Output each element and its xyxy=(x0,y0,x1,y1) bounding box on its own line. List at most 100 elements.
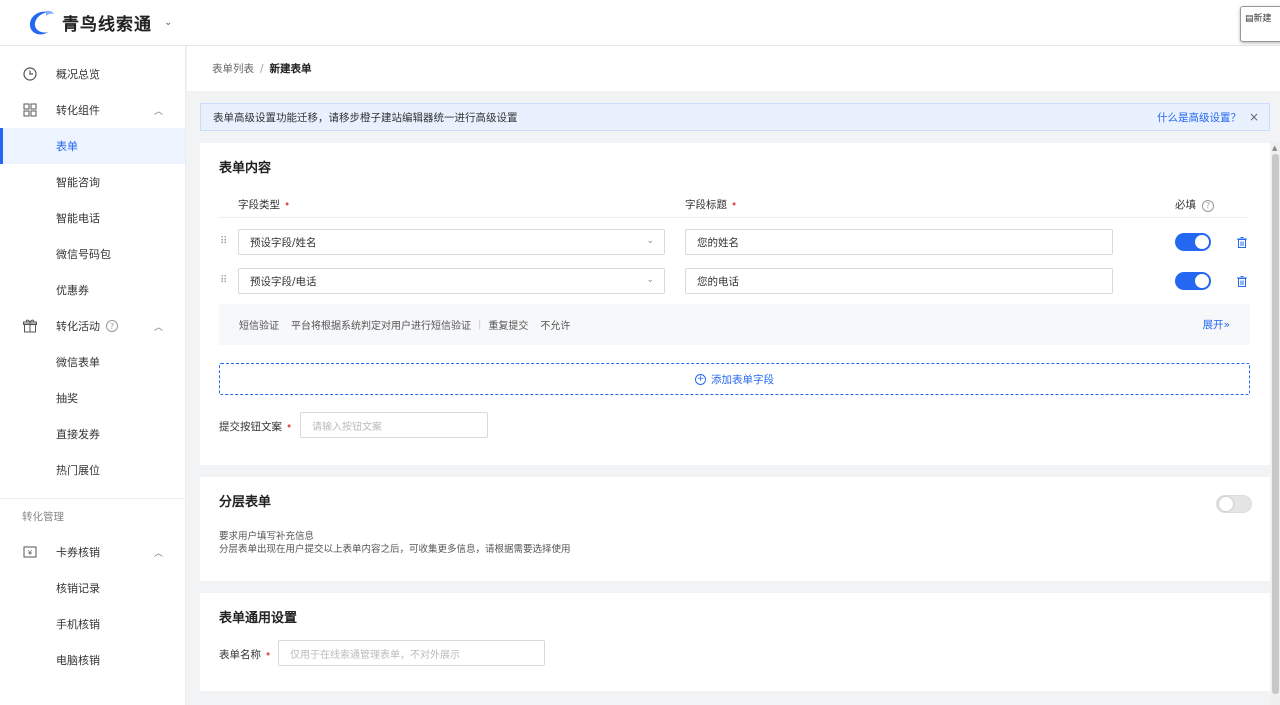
notice-text: 表单高级设置功能迁移，请移步橙子建站编辑器统一进行高级设置 xyxy=(213,111,518,124)
col-field-title: 字段标题 • xyxy=(685,197,737,212)
sidebar-item-direct-coupon[interactable]: 直接发券 xyxy=(0,416,185,452)
sidebar-item-overview[interactable]: 概况总览 xyxy=(0,56,185,92)
form-name-placeholder: 仅用于在线索通管理表单，不对外展示 xyxy=(290,649,460,661)
sidebar-item-wechat-form[interactable]: 微信表单 xyxy=(0,344,185,380)
double-chevron-down-icon: » xyxy=(1223,319,1230,331)
sidebar-item-label: 表单 xyxy=(56,140,78,153)
divider: | xyxy=(478,319,482,330)
breadcrumb: 表单列表 / 新建表单 xyxy=(187,46,1280,91)
help-icon[interactable]: ? xyxy=(106,320,118,332)
layered-form-toggle[interactable] xyxy=(1216,495,1252,513)
sidebar-item-wechat-pack[interactable]: 微信号码包 xyxy=(0,236,185,272)
required-mark: • xyxy=(265,649,272,661)
sidebar-item-label: 卡券核销 xyxy=(56,546,100,559)
bird-logo-icon xyxy=(26,8,56,38)
field-type-select[interactable]: 预设字段/电话 ⌄ xyxy=(238,268,665,294)
clock-icon xyxy=(22,66,38,82)
sms-label: 短信验证 xyxy=(239,321,279,332)
close-icon[interactable]: × xyxy=(1249,110,1259,124)
sms-verify-row: 短信验证 平台将根据系统判定对用户进行短信验证 | 重复提交 不允许 展开» xyxy=(219,304,1250,345)
app-logo[interactable]: 青鸟线索通 ⌄ xyxy=(26,8,172,38)
trash-icon[interactable] xyxy=(1237,276,1247,287)
chevron-up-icon: ︿ xyxy=(153,549,163,559)
sidebar-group-conversion-activities[interactable]: 转化活动 ? ︿ xyxy=(0,308,185,344)
form-name-label-text: 表单名称 xyxy=(219,649,261,661)
sidebar-section-title: 转化管理 xyxy=(0,498,185,534)
required-mark: • xyxy=(731,199,738,211)
sidebar-item-coupon[interactable]: 优惠券 xyxy=(0,272,185,308)
drag-handle-icon[interactable]: ⠿ xyxy=(220,236,227,247)
advanced-settings-link[interactable]: 什么是高级设置？ xyxy=(1157,110,1241,125)
scrollbar-thumb[interactable] xyxy=(1272,154,1279,694)
required-mark: • xyxy=(284,199,291,211)
add-field-button[interactable]: + 添加表单字段 xyxy=(219,363,1250,395)
scrollbar[interactable]: ▲ xyxy=(1271,142,1280,705)
sidebar-item-label: 热门展位 xyxy=(56,464,100,477)
drag-handle-icon[interactable]: ⠿ xyxy=(220,275,227,286)
gift-icon xyxy=(22,318,38,334)
col-field-type: 字段类型 • xyxy=(238,197,290,212)
plus-circle-icon: + xyxy=(695,373,706,385)
help-icon[interactable]: ? xyxy=(1202,199,1214,212)
form-name-input[interactable]: 仅用于在线索通管理表单，不对外展示 xyxy=(278,640,545,666)
field-title-input[interactable]: 您的姓名 xyxy=(685,229,1113,255)
form-name-label: 表单名称 • xyxy=(219,647,271,662)
sidebar-item-label: 转化活动 xyxy=(56,320,100,333)
new-popup-label: 新建 xyxy=(1253,14,1272,24)
scroll-up-icon[interactable]: ▲ xyxy=(1272,144,1277,152)
field-title-value: 您的姓名 xyxy=(697,236,739,249)
sidebar-item-smart-phone[interactable]: 智能电话 xyxy=(0,200,185,236)
sidebar-item-label: 转化组件 xyxy=(56,104,100,117)
general-settings-title: 表单通用设置 xyxy=(219,611,298,626)
submit-text-input[interactable]: 请输入按钮文案 xyxy=(300,412,488,438)
repeat-label: 重复提交 xyxy=(488,321,529,332)
sidebar-item-form[interactable]: 表单 xyxy=(0,128,185,164)
sidebar-item-label: 优惠券 xyxy=(56,284,89,297)
sidebar-group-conversion-components[interactable]: 转化组件 ︿ xyxy=(0,92,185,128)
sidebar-item-label: 概况总览 xyxy=(56,68,100,81)
col-required-label: 必填 xyxy=(1175,199,1196,211)
trash-icon[interactable] xyxy=(1237,237,1247,248)
layered-desc-2: 分层表单出现在用户提交以上表单内容之后，可收集更多信息，请根据需要选择使用 xyxy=(219,544,571,555)
brand-name: 青鸟线索通 xyxy=(62,15,152,35)
sidebar-item-pc-verify[interactable]: 电脑核销 xyxy=(0,642,185,678)
field-type-select[interactable]: 预设字段/姓名 ⌄ xyxy=(238,229,665,255)
sidebar-group-card-verify[interactable]: ¥ 卡券核销 ︿ xyxy=(0,534,185,570)
general-settings-card: 表单通用设置 表单名称 • 仅用于在线索通管理表单，不对外展示 xyxy=(200,593,1270,691)
chevron-up-icon: ︿ xyxy=(153,107,163,117)
repeat-value: 不允许 xyxy=(540,321,571,332)
field-title-input[interactable]: 您的电话 xyxy=(685,268,1113,294)
field-title-value: 您的电话 xyxy=(697,275,739,288)
grid-icon xyxy=(22,102,38,118)
col-required: 必填? xyxy=(1175,197,1214,212)
sidebar-item-mobile-verify[interactable]: 手机核销 xyxy=(0,606,185,642)
sidebar-item-label: 直接发券 xyxy=(56,428,100,441)
sidebar-item-label: 微信号码包 xyxy=(56,248,111,261)
expand-button[interactable]: 展开» xyxy=(1203,317,1230,332)
chevron-down-icon: ⌄ xyxy=(646,236,654,246)
top-bar: 青鸟线索通 ⌄ ▤新建 xyxy=(0,0,1280,46)
chevron-down-icon[interactable]: ⌄ xyxy=(164,17,172,28)
sidebar-item-smart-consult[interactable]: 智能咨询 xyxy=(0,164,185,200)
sidebar-item-label: 手机核销 xyxy=(56,618,100,631)
sidebar-item-hot-booth[interactable]: 热门展位 xyxy=(0,452,185,488)
sidebar-item-label: 智能咨询 xyxy=(56,176,100,189)
sidebar-item-verify-records[interactable]: 核销记录 xyxy=(0,570,185,606)
layered-form-card: 分层表单 要求用户填写补充信息 分层表单出现在用户提交以上表单内容之后，可收集更… xyxy=(200,477,1270,581)
divider xyxy=(219,217,1247,218)
notice-banner: 表单高级设置功能迁移，请移步橙子建站编辑器统一进行高级设置 什么是高级设置？ × xyxy=(200,103,1270,131)
col-field-title-label: 字段标题 xyxy=(685,199,727,211)
svg-text:¥: ¥ xyxy=(28,549,33,557)
ticket-icon: ¥ xyxy=(22,544,38,560)
sidebar-item-lottery[interactable]: 抽奖 xyxy=(0,380,185,416)
required-toggle[interactable] xyxy=(1175,233,1211,251)
breadcrumb-parent[interactable]: 表单列表 xyxy=(212,61,254,76)
document-icon: ▤ xyxy=(1245,14,1254,24)
form-content-card: 表单内容 字段类型 • 字段标题 • 必填? ⠿ 预设字段/姓名 ⌄ 您的姓名 ⠿ … xyxy=(200,143,1270,465)
field-type-value: 预设字段/姓名 xyxy=(250,236,317,249)
layered-desc-1: 要求用户填写补充信息 xyxy=(219,531,315,542)
sidebar-item-label: 电脑核销 xyxy=(56,654,100,667)
new-popup[interactable]: ▤新建 xyxy=(1240,6,1280,42)
sidebar-item-label: 核销记录 xyxy=(56,582,100,595)
required-toggle[interactable] xyxy=(1175,272,1211,290)
